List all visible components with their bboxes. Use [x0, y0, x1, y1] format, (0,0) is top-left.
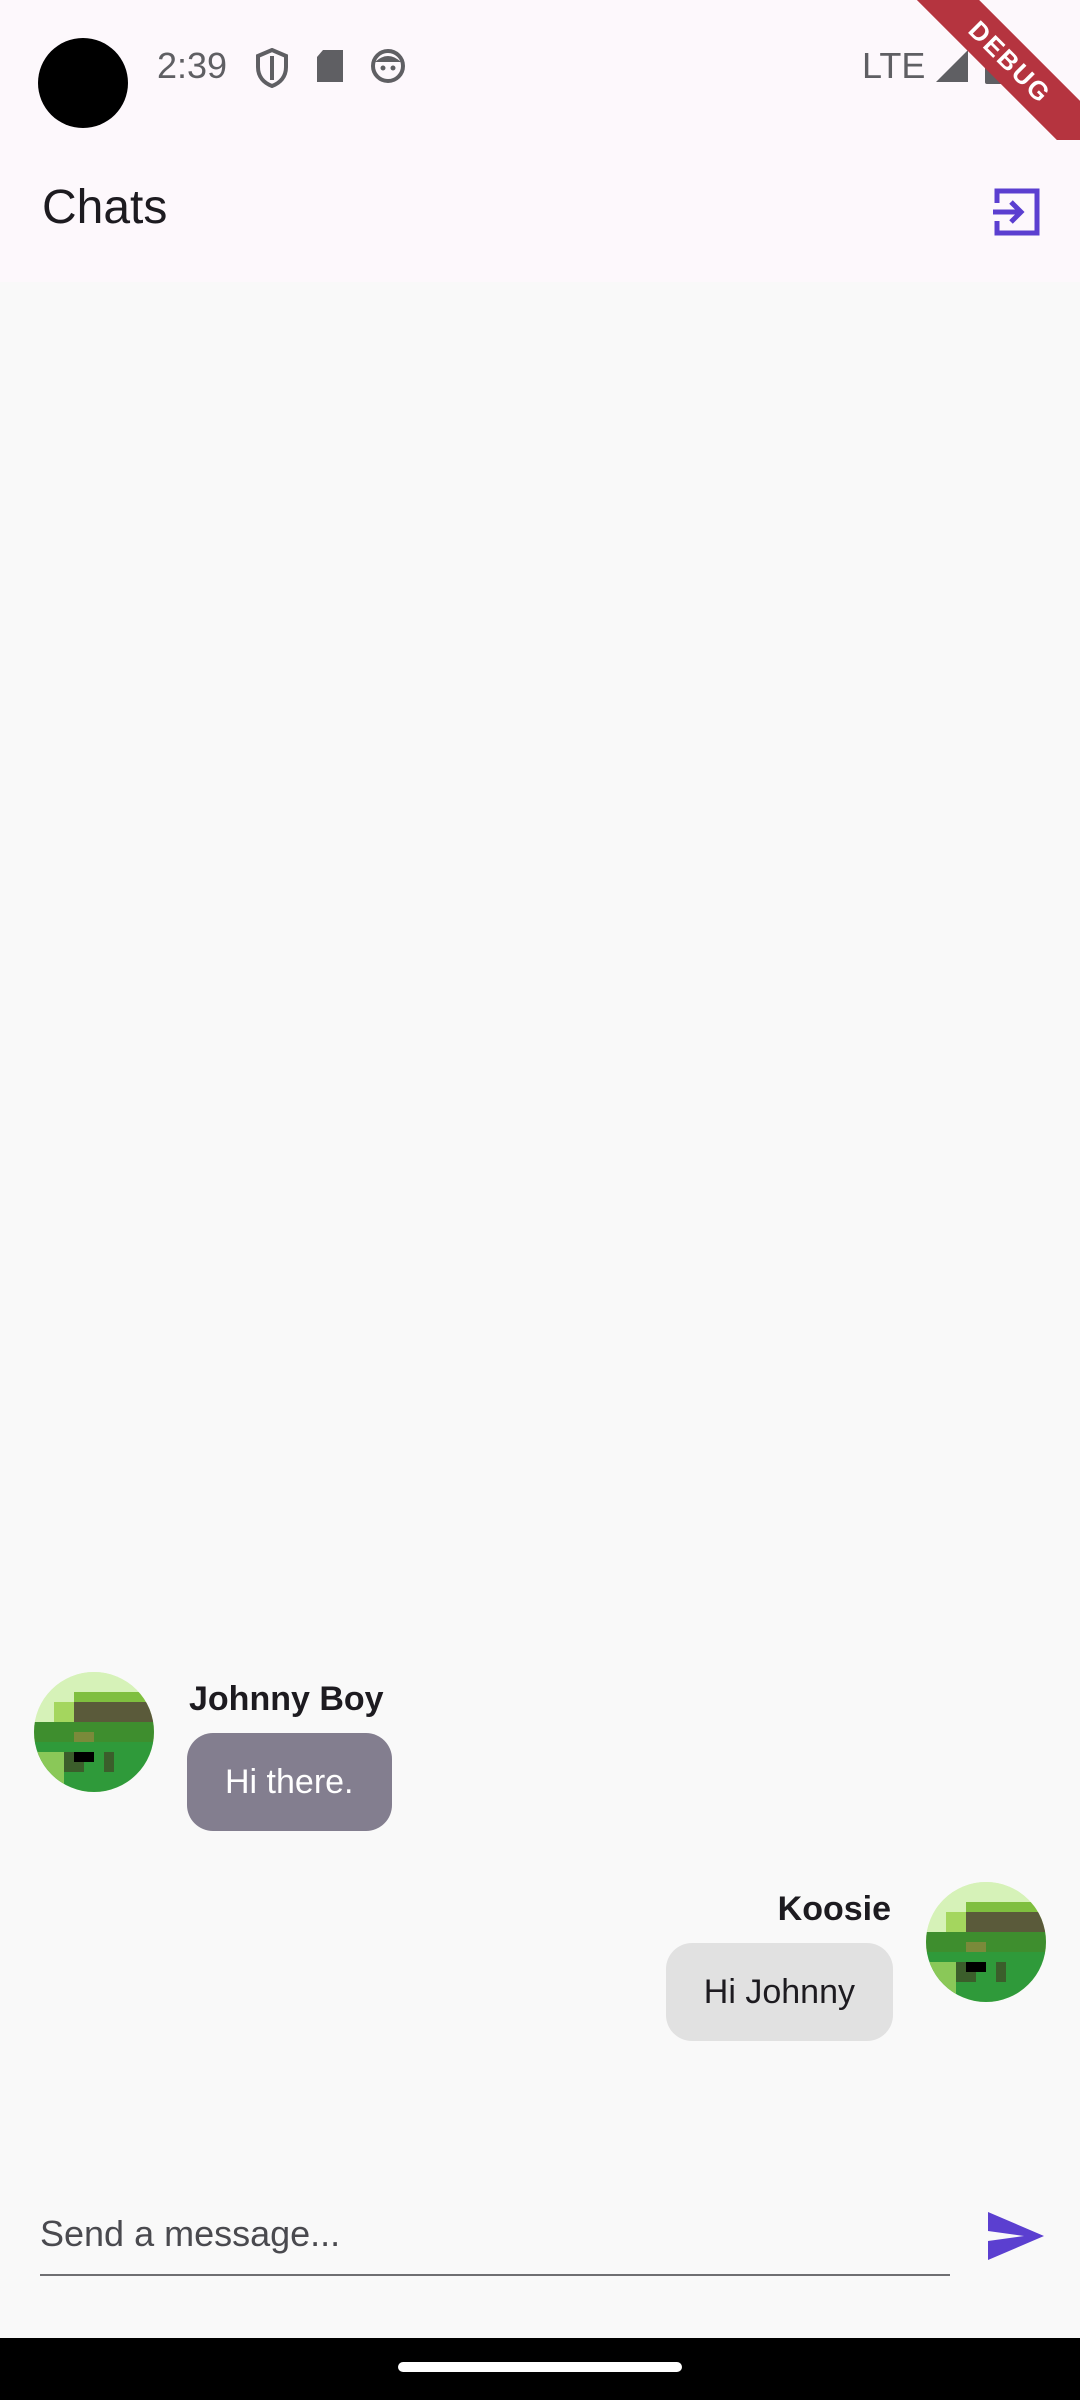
message-bubble: Hi there.	[187, 1733, 392, 1831]
message-input[interactable]	[40, 2194, 950, 2276]
sd-card-icon	[315, 48, 345, 89]
app-bar: Chats	[0, 140, 1080, 282]
logout-icon	[989, 185, 1043, 244]
message-composer	[0, 2142, 1080, 2338]
network-type: LTE	[862, 45, 926, 86]
system-nav-bar	[0, 2338, 1080, 2400]
logout-button[interactable]	[980, 178, 1052, 250]
status-time: 2:39	[157, 45, 228, 86]
sender-name: Koosie	[777, 1890, 891, 1928]
sender-name: Johnny Boy	[189, 1680, 384, 1718]
shield-icon	[255, 47, 289, 93]
avatar	[926, 1882, 1046, 2002]
send-icon	[986, 2210, 1046, 2267]
home-gesture-handle[interactable]	[398, 2362, 682, 2372]
page-title: Chats	[42, 181, 168, 234]
signal-icon	[934, 48, 970, 89]
avatar	[34, 1672, 154, 1792]
message-bubble: Hi Johnny	[665, 1943, 893, 2041]
camera-cutout	[38, 38, 128, 128]
chat-list[interactable]: Johnny Boy Hi there. Koosie Hi Johnny	[0, 282, 1080, 2142]
face-icon	[370, 48, 406, 89]
status-bar: 2:39 LTE DEBUG	[0, 0, 1080, 170]
send-button[interactable]	[980, 2202, 1052, 2274]
